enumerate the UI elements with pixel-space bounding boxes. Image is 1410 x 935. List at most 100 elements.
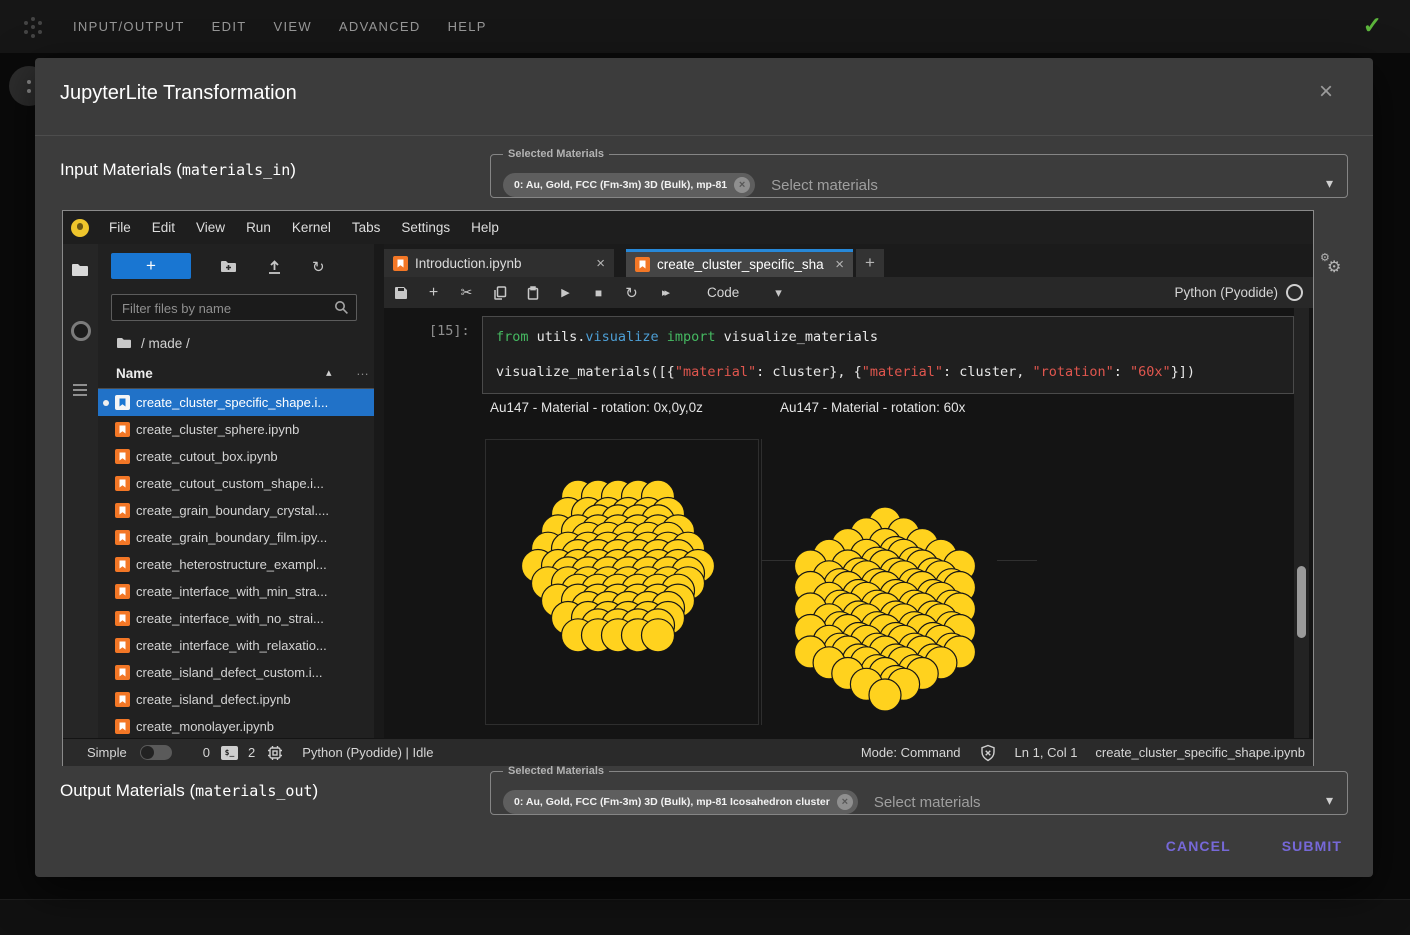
chevron-down-icon[interactable]: ▾ <box>775 285 782 301</box>
chevron-down-icon[interactable]: ▾ <box>1326 175 1333 192</box>
folder-icon <box>116 335 132 351</box>
stop-kernel-icon[interactable]: ■ <box>582 286 615 300</box>
file-item[interactable]: create_interface_with_relaxatio... <box>98 632 374 659</box>
notebook-file-icon <box>393 256 408 271</box>
cancel-button[interactable]: CANCEL <box>1164 832 1233 860</box>
new-folder-icon[interactable] <box>220 258 237 275</box>
jupyter-menu-help[interactable]: Help <box>471 220 499 235</box>
jupyter-menu-settings[interactable]: Settings <box>401 220 450 235</box>
notebook-toolbar: + ✂ ▶ ■ ↻ ▸▸ Code ▾ Python (Pyodide) <box>384 277 1313 309</box>
jupyterlite-transformation-dialog: JupyterLite Transformation × Input Mater… <box>35 58 1373 877</box>
more-icon[interactable]: … <box>356 363 369 378</box>
notebook-file-icon <box>115 449 130 464</box>
appbar-menu-edit[interactable]: EDIT <box>212 19 247 34</box>
table-of-contents-icon[interactable] <box>71 381 89 399</box>
cut-cells-icon[interactable]: ✂ <box>450 284 483 301</box>
notebook-file-icon <box>115 557 130 572</box>
close-tab-icon[interactable]: × <box>835 256 844 273</box>
file-list: create_cluster_specific_shape.i...create… <box>98 389 374 738</box>
close-icon[interactable]: × <box>1319 80 1333 104</box>
file-filter-box <box>111 294 357 321</box>
save-icon[interactable] <box>384 285 417 300</box>
jupyter-menu-kernel[interactable]: Kernel <box>292 220 331 235</box>
run-cell-icon[interactable]: ▶ <box>549 286 582 299</box>
app-menu: INPUT/OUTPUT EDIT VIEW ADVANCED HELP <box>73 19 487 34</box>
jupyter-menu-view[interactable]: View <box>196 220 225 235</box>
appbar-menu-advanced[interactable]: ADVANCED <box>339 19 421 34</box>
breadcrumb[interactable]: / made / <box>116 335 190 351</box>
dialog-actions: CANCEL SUBMIT <box>1164 832 1344 860</box>
notebook-panel: Introduction.ipynb × create_cluster_spec… <box>384 244 1313 738</box>
kernel-name[interactable]: Python (Pyodide) <box>1174 285 1278 300</box>
output-material-chip[interactable]: 0: Au, Gold, FCC (Fm-3m) 3D (Bulk), mp-8… <box>503 790 858 814</box>
jupyter-body: + ↻ <box>63 244 1313 738</box>
copy-cells-icon[interactable] <box>483 285 516 300</box>
jupyter-menu-edit[interactable]: Edit <box>152 220 175 235</box>
output-select-placeholder[interactable]: Select materials <box>874 794 981 811</box>
new-launcher-button[interactable]: + <box>111 253 191 279</box>
sidebar-resize-handle[interactable] <box>374 244 384 738</box>
appbar-menu-help[interactable]: HELP <box>448 19 487 34</box>
output-materials-select[interactable]: Selected Materials 0: Au, Gold, FCC (Fm-… <box>490 765 1348 815</box>
notebook-scrollbar <box>1294 308 1309 738</box>
settings-gears-icon[interactable]: ⚙⚙ <box>1320 253 1350 281</box>
file-item[interactable]: create_island_defect_custom.i... <box>98 659 374 686</box>
chip-remove-icon[interactable]: × <box>734 177 750 193</box>
input-materials-select[interactable]: Selected Materials 0: Au, Gold, FCC (Fm-… <box>490 148 1348 198</box>
jupyterlite-logo-icon <box>71 219 89 237</box>
notebook-file-icon <box>115 395 130 410</box>
new-tab-icon[interactable]: + <box>856 249 884 277</box>
scrollbar-thumb[interactable] <box>1297 566 1306 638</box>
notebook-file-icon <box>115 530 130 545</box>
appbar-menu-input-output[interactable]: INPUT/OUTPUT <box>73 19 185 34</box>
file-browser-icon[interactable] <box>71 261 89 279</box>
notebook-file-icon <box>115 692 130 707</box>
terminal-count: 0 <box>203 745 210 760</box>
appbar-menu-view[interactable]: VIEW <box>273 19 311 34</box>
file-item[interactable]: create_interface_with_min_stra... <box>98 578 374 605</box>
file-item[interactable]: create_monolayer.ipynb <box>98 713 374 738</box>
chevron-down-icon[interactable]: ▾ <box>1326 792 1333 809</box>
accept-check-button[interactable]: ✓ <box>1363 12 1382 39</box>
page-footer <box>0 899 1410 935</box>
restart-kernel-icon[interactable]: ↻ <box>615 284 648 302</box>
restart-run-all-icon[interactable]: ▸▸ <box>648 286 681 299</box>
chip-remove-icon[interactable]: × <box>837 794 853 810</box>
paste-cells-icon[interactable] <box>516 285 549 300</box>
jupyter-menu-tabs[interactable]: Tabs <box>352 220 381 235</box>
running-kernels-icon[interactable] <box>71 321 89 339</box>
app-top-bar: INPUT/OUTPUT EDIT VIEW ADVANCED HELP ✓ <box>0 0 1410 53</box>
cell-type-dropdown[interactable]: Code <box>707 285 739 300</box>
refresh-icon[interactable]: ↻ <box>312 258 329 275</box>
submit-button[interactable]: SUBMIT <box>1280 832 1344 860</box>
notebook-file-icon <box>115 584 130 599</box>
file-item[interactable]: create_interface_with_no_strai... <box>98 605 374 632</box>
app-logo-icon <box>20 14 46 40</box>
notebook-file-icon <box>635 257 650 272</box>
close-tab-icon[interactable]: × <box>596 255 605 272</box>
jupyter-menu-run[interactable]: Run <box>246 220 271 235</box>
add-cell-icon[interactable]: + <box>417 284 450 302</box>
input-material-chip[interactable]: 0: Au, Gold, FCC (Fm-3m) 3D (Bulk), mp-8… <box>503 173 755 197</box>
terminal-icon: $_ <box>221 746 238 760</box>
notebook-file-icon <box>115 503 130 518</box>
upload-icon[interactable] <box>266 258 283 275</box>
file-item[interactable]: create_island_defect.ipynb <box>98 686 374 713</box>
simple-mode-toggle[interactable] <box>140 745 172 760</box>
file-item[interactable]: create_grain_boundary_film.ipy... <box>98 524 374 551</box>
active-file-name: create_cluster_specific_shape.ipynb <box>1095 745 1305 760</box>
screen: INPUT/OUTPUT EDIT VIEW ADVANCED HELP ✓ Jupyt… <box>0 0 1410 935</box>
file-filter-input[interactable] <box>120 296 324 321</box>
input-select-placeholder[interactable]: Select materials <box>771 177 878 194</box>
file-item[interactable]: create_grain_boundary_crystal.... <box>98 497 374 524</box>
file-item[interactable]: create_cluster_specific_shape.i... <box>98 389 374 416</box>
name-column-header[interactable]: Name ▴ … <box>98 361 374 389</box>
file-item[interactable]: create_cutout_box.ipynb <box>98 443 374 470</box>
file-item[interactable]: create_cluster_sphere.ipynb <box>98 416 374 443</box>
dialog-header: JupyterLite Transformation × <box>35 58 1373 136</box>
file-item[interactable]: create_heterostructure_exampl... <box>98 551 374 578</box>
file-item[interactable]: create_cutout_custom_shape.i... <box>98 470 374 497</box>
jupyter-menu-file[interactable]: File <box>109 220 131 235</box>
tab-introduction[interactable]: Introduction.ipynb × <box>384 249 614 277</box>
tab-create-cluster-specific-shape[interactable]: create_cluster_specific_sha × <box>626 249 853 277</box>
